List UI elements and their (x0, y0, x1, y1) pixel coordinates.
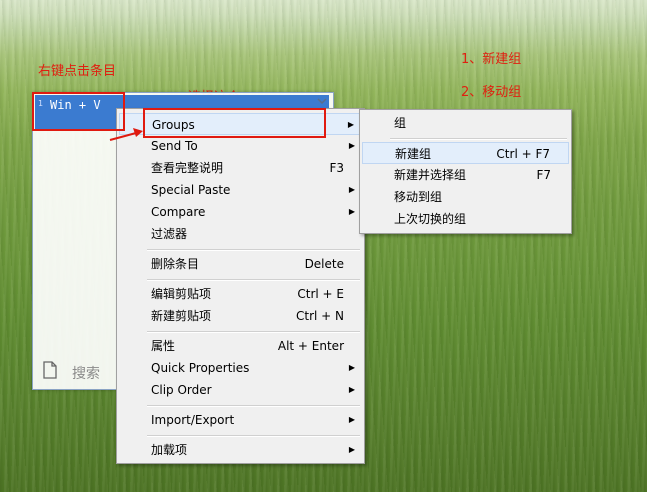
menu-item-label: Quick Properties (151, 361, 250, 375)
menu-separator (147, 249, 360, 251)
annotation-right-click: 右键点击条目 (38, 64, 117, 79)
submenu-arrow-icon: ▶ (348, 415, 355, 424)
menu-item-delete[interactable]: 删除条目 Delete (119, 253, 362, 275)
submenu-item-move-to-group[interactable]: 移动到组 (362, 186, 569, 208)
submenu-arrow-icon: ▶ (348, 385, 355, 394)
menu-separator (147, 405, 360, 407)
menu-item-label: Special Paste (151, 183, 231, 197)
submenu-arrow-icon: ▶ (348, 141, 355, 150)
submenu-item-label: 新建组 (395, 147, 432, 161)
submenu-item-new-group[interactable]: 新建组 Ctrl + F7 (362, 142, 569, 164)
submenu-item-shortcut: Ctrl + F7 (496, 147, 550, 161)
document-icon (43, 361, 57, 379)
menu-separator (147, 331, 360, 333)
menu-item-label: Clip Order (151, 383, 212, 397)
menu-item-label: 新建剪贴项 (151, 309, 212, 323)
submenu-item-label: 移动到组 (394, 190, 443, 204)
submenu-item-shortcut: F7 (536, 168, 551, 182)
submenu-arrow-icon: ▶ (348, 207, 355, 216)
clipboard-item-number: 1 (38, 99, 44, 108)
submenu-arrow-icon: ▶ (348, 445, 355, 454)
submenu-arrow-icon: ▶ (348, 185, 355, 194)
menu-item-special-paste[interactable]: Special Paste ▶ (119, 179, 362, 201)
menu-item-filter[interactable]: 过滤器 (119, 223, 362, 245)
menu-item-label: Groups (152, 118, 195, 132)
submenu-item-new-and-select-group[interactable]: 新建并选择组 F7 (362, 164, 569, 186)
menu-item-quick-properties[interactable]: Quick Properties ▶ (119, 357, 362, 379)
submenu-arrow-icon: ▶ (348, 363, 355, 372)
menu-item-shortcut: Delete (304, 257, 344, 271)
submenu-item-last-switched-group[interactable]: 上次切换的组 (362, 208, 569, 230)
menu-item-label: 加载项 (151, 443, 188, 457)
menu-item-label: 过滤器 (151, 227, 188, 241)
submenu-item-label: 上次切换的组 (394, 212, 467, 226)
menu-item-shortcut: F3 (329, 161, 344, 175)
submenu-item-label: 新建并选择组 (394, 168, 467, 182)
menu-item-label: 删除条目 (151, 257, 200, 271)
menu-item-compare[interactable]: Compare ▶ (119, 201, 362, 223)
annotation-step2: 2、移动组 (461, 85, 522, 100)
context-menu: Groups ▶ Send To ▶ 查看完整说明 F3 Special Pas… (116, 108, 365, 464)
menu-separator (390, 138, 567, 140)
menu-item-label: Send To (151, 139, 198, 153)
menu-item-label: Import/Export (151, 413, 235, 427)
menu-item-addins[interactable]: 加载项 ▶ (119, 439, 362, 461)
menu-item-groups[interactable]: Groups ▶ (119, 113, 362, 135)
groups-submenu: 组 新建组 Ctrl + F7 新建并选择组 F7 移动到组 上次切换的组 (359, 109, 572, 234)
search-label[interactable]: 搜索 (72, 363, 100, 383)
menu-item-edit-clip[interactable]: 编辑剪贴项 Ctrl + E (119, 283, 362, 305)
menu-item-shortcut: Ctrl + N (295, 309, 344, 323)
submenu-item-label: 组 (394, 116, 407, 130)
menu-separator (147, 435, 360, 437)
menu-item-label: 编辑剪贴项 (151, 287, 212, 301)
menu-item-send-to[interactable]: Send To ▶ (119, 135, 362, 157)
menu-item-import-export[interactable]: Import/Export ▶ (119, 409, 362, 431)
menu-item-shortcut: Ctrl + E (297, 287, 344, 301)
menu-separator (147, 279, 360, 281)
clipboard-item-text: Win + V (50, 98, 101, 112)
menu-item-properties[interactable]: 属性 Alt + Enter (119, 335, 362, 357)
submenu-item-group[interactable]: 组 (362, 112, 569, 134)
menu-item-view-full[interactable]: 查看完整说明 F3 (119, 157, 362, 179)
submenu-arrow-icon: ▶ (347, 120, 354, 129)
menu-item-new-clip[interactable]: 新建剪贴项 Ctrl + N (119, 305, 362, 327)
menu-item-clip-order[interactable]: Clip Order ▶ (119, 379, 362, 401)
annotation-step1: 1、新建组 (461, 52, 522, 67)
menu-item-label: Compare (151, 205, 206, 219)
menu-item-label: 属性 (151, 339, 176, 353)
menu-item-label: 查看完整说明 (151, 161, 224, 175)
menu-item-shortcut: Alt + Enter (277, 339, 344, 353)
